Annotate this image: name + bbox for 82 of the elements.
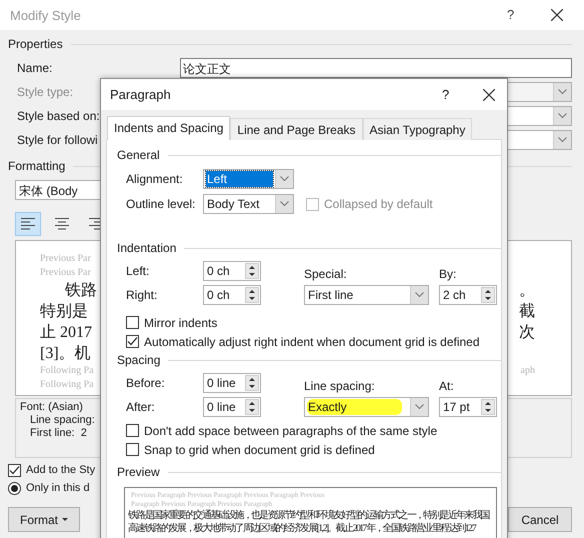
outline-level-dropdown[interactable]: Body Text bbox=[203, 194, 294, 214]
format-button[interactable]: Format bbox=[8, 507, 80, 532]
preview-text: [3]。机 bbox=[40, 344, 91, 364]
checkbox-label: Don't add space between paragraphs of the same style bbox=[144, 424, 438, 438]
close-icon[interactable] bbox=[551, 9, 563, 21]
align-center-icon bbox=[55, 218, 69, 230]
field-label: After: bbox=[126, 399, 156, 416]
group-heading: Preview bbox=[117, 465, 160, 479]
field-label: Style type: bbox=[17, 85, 74, 99]
left-indent-field[interactable]: 0 ch bbox=[203, 261, 261, 281]
preview-text: 止 2017 bbox=[40, 322, 92, 343]
preview-text: aph bbox=[520, 364, 535, 378]
field-label: Special: bbox=[304, 267, 348, 281]
tab[interactable]: Indents and Spacing bbox=[107, 116, 230, 140]
spinner-arrows-icon bbox=[245, 287, 259, 303]
checkbox[interactable] bbox=[126, 424, 139, 437]
left-align-button[interactable] bbox=[15, 212, 41, 236]
field-label: By: bbox=[439, 267, 458, 281]
checkbox[interactable] bbox=[126, 316, 139, 329]
checkbox-label: Add to the Sty bbox=[26, 464, 96, 476]
preview-text: 次 bbox=[519, 323, 535, 343]
alignment-dropdown[interactable]: Left bbox=[203, 169, 294, 189]
spinner-arrows-icon bbox=[245, 399, 259, 415]
spinner-arrows-icon bbox=[481, 287, 495, 303]
field-label: Right: bbox=[126, 287, 158, 304]
tab[interactable]: Line and Page Breaks bbox=[230, 118, 363, 140]
preview-text: 铁路是国家重要的交通基础设施，也是资源节约型和环境友好型的运输方式之一，特别是近年来我国 bbox=[128, 509, 490, 522]
checkbox[interactable] bbox=[126, 443, 139, 456]
field-label: Line spacing: bbox=[304, 379, 376, 393]
field-label: Name: bbox=[17, 61, 52, 75]
align-left-icon bbox=[21, 218, 35, 230]
line-spacing-at-field[interactable]: 17 pt bbox=[439, 397, 497, 417]
checkbox-label: Collapsed by default bbox=[324, 197, 433, 211]
help-button[interactable]: ? bbox=[442, 87, 450, 102]
radio-label: Only in this d bbox=[26, 482, 90, 494]
checkbox[interactable] bbox=[126, 335, 139, 348]
dialog-title: Paragraph bbox=[110, 87, 171, 102]
name-field[interactable]: 论文正文 bbox=[180, 58, 572, 78]
field-label: At: bbox=[439, 379, 455, 393]
indent-by-field[interactable]: 2 ch bbox=[439, 285, 497, 305]
special-indent-dropdown[interactable]: First line bbox=[304, 285, 429, 305]
line-spacing-dropdown[interactable]: Exactly bbox=[304, 397, 429, 417]
cancel-button[interactable]: Cancel bbox=[508, 507, 572, 532]
group-heading: Formatting bbox=[8, 159, 66, 173]
group-heading: Indentation bbox=[117, 241, 176, 255]
field-label: Style based on: bbox=[17, 109, 100, 123]
preview-text: Following Pa bbox=[40, 364, 94, 378]
checkbox-label: Snap to grid when document grid is defined bbox=[144, 442, 375, 456]
checkbox-label: Automatically adjust right indent when document grid is defined bbox=[144, 334, 480, 348]
field-label: Left: bbox=[126, 263, 150, 280]
spinner-arrows-icon bbox=[245, 263, 259, 279]
field-label: Alignment: bbox=[126, 172, 184, 186]
spinner-arrows-icon bbox=[481, 399, 495, 415]
tab[interactable]: Asian Typography bbox=[362, 118, 472, 140]
field-label: Outline level: bbox=[126, 197, 196, 211]
spinner-arrows-icon bbox=[245, 375, 259, 391]
description-text: Line spacing: bbox=[30, 414, 95, 427]
field-label: Before: bbox=[126, 375, 166, 392]
radio-button[interactable] bbox=[8, 482, 21, 494]
preview-text: Previous Par bbox=[40, 266, 91, 280]
close-icon[interactable] bbox=[483, 89, 495, 101]
group-heading: General bbox=[117, 148, 160, 162]
preview-text: 。 bbox=[519, 281, 535, 301]
group-heading: Spacing bbox=[117, 353, 160, 367]
preview-text: 截 bbox=[519, 302, 535, 322]
checkbox-label: Mirror indents bbox=[144, 316, 218, 330]
space-before-field[interactable]: 0 line bbox=[203, 373, 261, 393]
right-indent-field[interactable]: 0 ch bbox=[203, 285, 261, 305]
description-text: First line: 2 bbox=[30, 427, 87, 440]
field-label: Style for followi bbox=[17, 133, 98, 147]
checkbox[interactable] bbox=[8, 464, 21, 476]
caret-icon bbox=[62, 518, 68, 521]
description-text: Font: (Asian) bbox=[20, 401, 83, 414]
preview-text: Previous Par bbox=[40, 252, 91, 266]
preview-text: 铁路 bbox=[65, 281, 97, 301]
preview-text: Following Pa bbox=[40, 378, 94, 392]
group-heading: Properties bbox=[8, 37, 63, 51]
window-title: Modify Style bbox=[10, 8, 81, 22]
preview-text: 特别是 bbox=[40, 302, 88, 322]
preview-text: 高速铁路的发展，极大地带动了周边区域的经济发展[1, 2]。截止 2017 年，全国铁路营业里程达到12.7 bbox=[128, 522, 476, 535]
space-after-field[interactable]: 0 line bbox=[203, 397, 261, 417]
help-button[interactable]: ? bbox=[507, 7, 514, 22]
